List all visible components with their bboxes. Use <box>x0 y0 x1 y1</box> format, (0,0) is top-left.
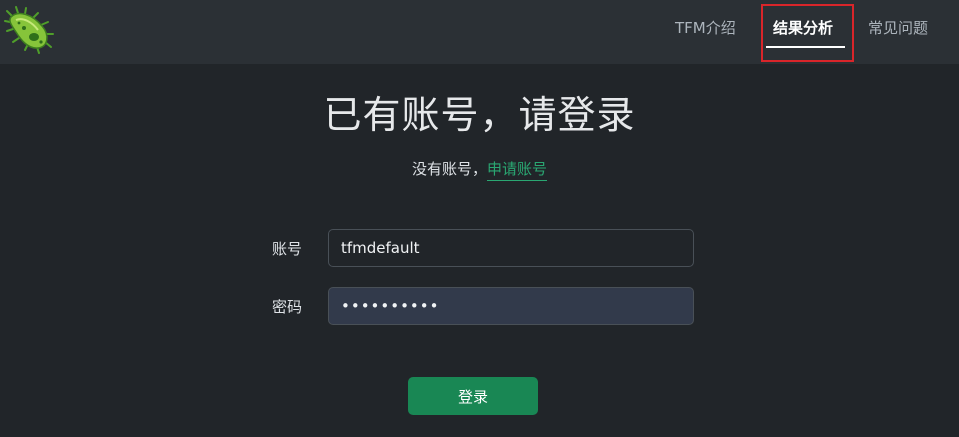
bacterium-logo-icon[interactable] <box>4 4 56 54</box>
nav-item-tfm-intro[interactable]: TFM介绍 <box>675 0 736 64</box>
signup-prompt: 没有账号，申请账号 <box>0 158 959 181</box>
page-title: 已有账号，请登录 <box>323 93 636 137</box>
highlight-box <box>761 4 854 62</box>
password-label: 密码 <box>272 298 303 316</box>
nav-item-faq[interactable]: 常见问题 <box>868 0 928 64</box>
apply-account-link[interactable]: 申请账号 <box>487 160 548 181</box>
account-label: 账号 <box>272 240 303 258</box>
top-navbar: TFM介绍 结果分析 常见问题 <box>0 0 959 64</box>
login-button[interactable]: 登录 <box>408 377 538 415</box>
no-account-text: 没有账号， <box>411 160 487 178</box>
account-input[interactable] <box>328 229 694 267</box>
password-input[interactable] <box>328 287 694 325</box>
